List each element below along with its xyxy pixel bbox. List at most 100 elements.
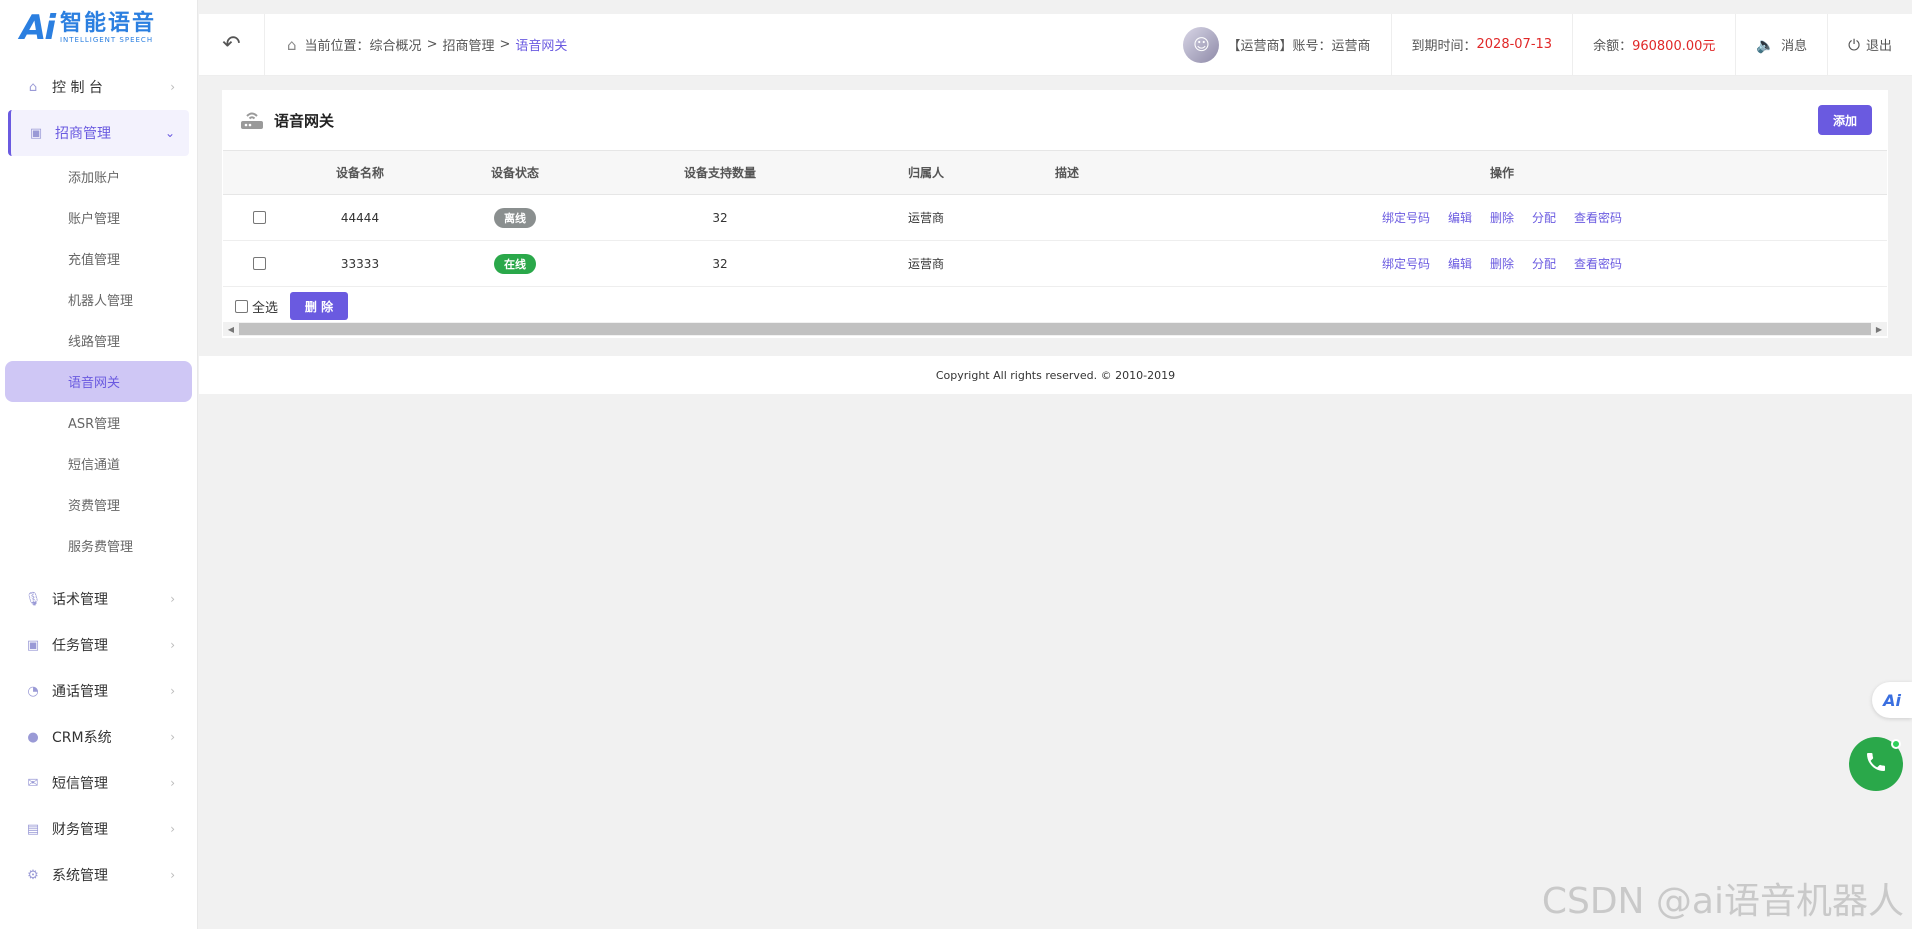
chevron-right-icon: › [170, 868, 175, 882]
nav-system[interactable]: ⚙ 系统管理 › [0, 852, 197, 898]
nav-call[interactable]: ◔ 通话管理 › [0, 668, 197, 714]
nav-sms-label: 短信管理 [52, 776, 108, 792]
sub-item-service-fee[interactable]: 服务费管理 [0, 525, 197, 566]
sub-item-tariff[interactable]: 资费管理 [0, 484, 197, 525]
gateway-panel: 语音网关 添加 设备名称 设备状态 设备支持数量 归属人 描述 操作 44444… [222, 90, 1888, 338]
nav-recruit-label: 招商管理 [55, 126, 111, 142]
chevron-right-icon: › [170, 776, 175, 790]
logo: Ai 智能语音 INTELLIGENT SPEECH [0, 0, 197, 56]
mail-icon: ✉ [27, 775, 39, 791]
view-password-link[interactable]: 查看密码 [1574, 209, 1622, 226]
logout-label: 退出 [1865, 39, 1892, 54]
select-all-checkbox[interactable] [235, 299, 248, 313]
home-icon: ⌂ [287, 35, 297, 54]
page-footer: Copyright All rights reserved. © 2010-20… [199, 356, 1912, 394]
sub-item-robot[interactable]: 机器人管理 [0, 279, 197, 320]
column-header-owner: 归属人 [907, 166, 944, 180]
back-button[interactable]: ↶ [199, 13, 265, 76]
sub-item-line[interactable]: 线路管理 [0, 320, 197, 361]
user-info[interactable]: ☺ 【运营商】账号：运营商 [1183, 14, 1390, 76]
user-icon: ● [27, 729, 39, 745]
scroll-thumb[interactable] [239, 323, 1871, 335]
phone-icon [1864, 750, 1888, 778]
batch-delete-button[interactable]: 删 除 [290, 292, 349, 320]
nav-script-label: 话术管理 [52, 592, 108, 608]
panel-title: 语音网关 [274, 111, 335, 130]
bind-number-link[interactable]: 绑定号码 [1382, 209, 1430, 226]
account-label: 【运营商】账号：运营商 [1227, 39, 1371, 54]
balance-value: 960800.00元 [1632, 39, 1716, 54]
watermark: CSDN @ai语音机器人 [1541, 881, 1904, 922]
cell-owner: 运营商 [907, 211, 944, 225]
nav-crm[interactable]: ● CRM系统 › [0, 714, 197, 760]
scroll-left-icon[interactable]: ◀ [223, 325, 239, 334]
clock-icon: ◔ [27, 683, 39, 699]
ai-assistant-button[interactable]: Ai [1872, 682, 1912, 718]
column-header-status: 设备状态 [490, 166, 539, 180]
undo-icon: ↶ [222, 32, 241, 57]
logo-name: 智能语音 [59, 10, 156, 36]
row-actions: 绑定号码 编辑 删除 分配 查看密码 [1117, 209, 1887, 226]
breadcrumb-separator: > [426, 37, 438, 52]
assign-link[interactable]: 分配 [1532, 255, 1556, 272]
nav-crm-label: CRM系统 [52, 730, 112, 746]
breadcrumb-item-current: 语音网关 [515, 39, 568, 54]
gateway-table: 设备名称 设备状态 设备支持数量 归属人 描述 操作 44444 离线 32 运… [223, 150, 1887, 325]
cell-capacity: 32 [712, 210, 728, 225]
sub-item-account-manage[interactable]: 账户管理 [0, 197, 197, 238]
wallet-icon: ▤ [26, 821, 40, 837]
router-icon [240, 110, 264, 130]
table-row: 44444 离线 32 运营商 绑定号码 编辑 删除 分配 查看密码 [223, 195, 1887, 241]
cell-capacity: 32 [712, 256, 728, 271]
cell-owner: 运营商 [907, 257, 944, 271]
assign-link[interactable]: 分配 [1532, 209, 1556, 226]
row-checkbox[interactable] [252, 257, 266, 270]
phone-button[interactable] [1849, 737, 1903, 791]
column-header-desc: 描述 [1054, 166, 1079, 180]
nav-finance[interactable]: ▤ 财务管理 › [0, 806, 197, 852]
chevron-right-icon: › [170, 80, 175, 94]
sub-item-add-account[interactable]: 添加账户 [0, 156, 197, 197]
select-all[interactable]: 全选 [235, 297, 278, 316]
nav-dashboard[interactable]: ⌂ 控 制 台 › [0, 64, 197, 110]
balance-label: 余额： [1593, 39, 1633, 54]
nav-sms[interactable]: ✉ 短信管理 › [0, 760, 197, 806]
table-header: 设备名称 设备状态 设备支持数量 归属人 描述 操作 [223, 150, 1887, 195]
view-password-link[interactable]: 查看密码 [1574, 255, 1622, 272]
table-row: 33333 在线 32 运营商 绑定号码 编辑 删除 分配 查看密码 [223, 241, 1887, 287]
row-actions: 绑定号码 编辑 删除 分配 查看密码 [1117, 255, 1887, 272]
scroll-right-icon[interactable]: ▶ [1871, 325, 1887, 334]
gear-icon: ⚙ [27, 867, 39, 883]
add-button[interactable]: 添加 [1818, 105, 1872, 135]
sub-item-recharge[interactable]: 充值管理 [0, 238, 197, 279]
top-header: ↶ ⌂ 当前位置： 综合概况 > 招商管理 > 语音网关 ☺ 【运营商】账号：运… [199, 13, 1912, 76]
edit-link[interactable]: 编辑 [1448, 255, 1472, 272]
bind-number-link[interactable]: 绑定号码 [1382, 255, 1430, 272]
logo-mark: Ai [20, 8, 56, 48]
column-header-capacity: 设备支持数量 [683, 166, 756, 180]
breadcrumb-item-recruit[interactable]: 招商管理 [442, 35, 494, 54]
speaker-icon: 🔈 [1756, 35, 1776, 54]
logout-button[interactable]: ⏻ 退出 [1827, 13, 1912, 76]
message-button[interactable]: 🔈 消息 [1735, 13, 1827, 76]
sub-item-voice-gateway[interactable]: 语音网关 [5, 361, 192, 402]
nav-script[interactable]: 🎙 话术管理 › [0, 576, 197, 622]
breadcrumb-label: 当前位置： [304, 39, 370, 54]
expire-label: 到期时间： [1411, 39, 1477, 54]
breadcrumb: ⌂ 当前位置： 综合概况 > 招商管理 > 语音网关 [287, 35, 568, 55]
status-badge: 离线 [494, 207, 536, 228]
task-icon: ▣ [26, 637, 40, 653]
nav-task[interactable]: ▣ 任务管理 › [0, 622, 197, 668]
nav-task-label: 任务管理 [52, 638, 108, 654]
nav-recruit[interactable]: ▣ 招商管理 ⌄ [8, 110, 189, 156]
delete-link[interactable]: 删除 [1490, 255, 1514, 272]
sub-item-sms-channel[interactable]: 短信通道 [0, 443, 197, 484]
delete-link[interactable]: 删除 [1490, 209, 1514, 226]
breadcrumb-item-overview[interactable]: 综合概况 [370, 35, 422, 54]
horizontal-scrollbar[interactable]: ◀ ▶ [223, 322, 1887, 336]
row-checkbox[interactable] [252, 211, 266, 224]
edit-link[interactable]: 编辑 [1448, 209, 1472, 226]
column-header-name: 设备名称 [335, 166, 384, 180]
sub-item-asr[interactable]: ASR管理 [0, 402, 197, 443]
sidebar: Ai 智能语音 INTELLIGENT SPEECH ⌂ 控 制 台 › ▣ 招… [0, 0, 198, 929]
